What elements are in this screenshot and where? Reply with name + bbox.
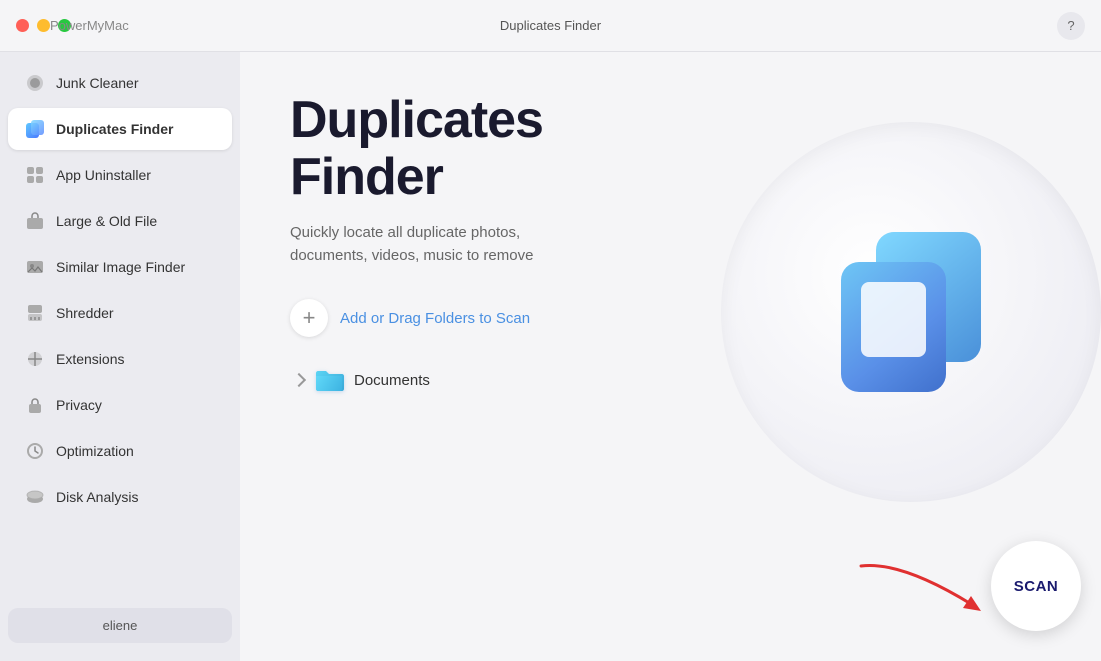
add-folder-label: Add or Drag Folders to Scan: [340, 310, 530, 327]
scan-area: SCAN: [851, 541, 1081, 631]
sidebar-item-duplicates-finder[interactable]: Duplicates Finder: [8, 108, 232, 150]
briefcase-icon: [24, 210, 46, 232]
scan-arrow-decoration: [851, 556, 991, 616]
sidebar-label-junk-cleaner: Junk Cleaner: [56, 75, 139, 91]
close-button[interactable]: [16, 19, 29, 32]
sidebar-label-app-uninstaller: App Uninstaller: [56, 167, 151, 183]
sidebar-item-large-old-file[interactable]: Large & Old File: [8, 200, 232, 242]
folder-expand-arrow: [292, 373, 306, 387]
help-button[interactable]: ?: [1057, 12, 1085, 40]
app-name: PowerMyMac: [50, 18, 129, 33]
disk-icon: [24, 486, 46, 508]
optimization-icon: [24, 440, 46, 462]
sidebar-label-similar-image-finder: Similar Image Finder: [56, 259, 185, 275]
titlebar: PowerMyMac Duplicates Finder ?: [0, 0, 1101, 52]
lock-icon: [24, 394, 46, 416]
sidebar-footer: eliene: [0, 598, 240, 653]
window-title: Duplicates Finder: [500, 18, 601, 33]
illustration-area: [701, 72, 1101, 552]
sidebar: Junk Cleaner: [0, 52, 240, 661]
scan-button[interactable]: SCAN: [991, 541, 1081, 631]
sidebar-label-duplicates-finder: Duplicates Finder: [56, 121, 173, 137]
sidebar-label-optimization: Optimization: [56, 443, 134, 459]
folder-name: Documents: [354, 372, 430, 389]
extensions-icon: [24, 348, 46, 370]
shredder-icon: [24, 302, 46, 324]
sidebar-item-app-uninstaller[interactable]: App Uninstaller: [8, 154, 232, 196]
user-button[interactable]: eliene: [8, 608, 232, 643]
main-layout: Junk Cleaner: [0, 52, 1101, 661]
content-area: Duplicates Finder Quickly locate all dup…: [240, 52, 1101, 661]
broom-icon: [24, 72, 46, 94]
page-subtitle: Quickly locate all duplicate photos, doc…: [290, 222, 550, 267]
sidebar-label-privacy: Privacy: [56, 397, 102, 413]
folder-icon: [314, 367, 344, 393]
sidebar-label-shredder: Shredder: [56, 305, 114, 321]
apps-icon: [24, 164, 46, 186]
add-circle-icon[interactable]: +: [290, 299, 328, 337]
sidebar-item-privacy[interactable]: Privacy: [8, 384, 232, 426]
sidebar-label-disk-analysis: Disk Analysis: [56, 489, 138, 505]
sidebar-item-disk-analysis[interactable]: Disk Analysis: [8, 476, 232, 518]
sidebar-label-large-old-file: Large & Old File: [56, 213, 157, 229]
big-circle: [721, 122, 1101, 502]
minimize-button[interactable]: [37, 19, 50, 32]
sidebar-item-junk-cleaner[interactable]: Junk Cleaner: [8, 62, 232, 104]
duplicate-icon: [24, 118, 46, 140]
sidebar-item-optimization[interactable]: Optimization: [8, 430, 232, 472]
sidebar-item-extensions[interactable]: Extensions: [8, 338, 232, 380]
sidebar-item-shredder[interactable]: Shredder: [8, 292, 232, 334]
sidebar-label-extensions: Extensions: [56, 351, 124, 367]
image-icon: [24, 256, 46, 278]
sidebar-item-similar-image-finder[interactable]: Similar Image Finder: [8, 246, 232, 288]
